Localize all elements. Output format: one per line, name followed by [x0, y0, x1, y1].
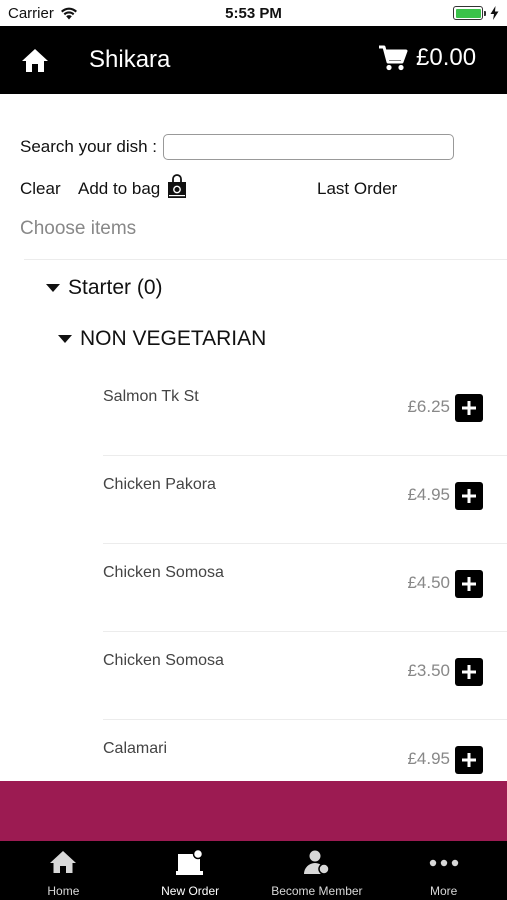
add-item-button[interactable] [455, 570, 483, 598]
menu-item-list: Salmon Tk St £6.25 Chicken Pakora £4.95 … [103, 368, 507, 808]
caret-down-icon [46, 284, 60, 292]
tab-label: New Order [161, 884, 220, 898]
caret-down-icon [58, 335, 72, 343]
app-title: Shikara [89, 46, 171, 73]
action-row: Clear Add to bag Last Order [20, 168, 490, 202]
add-item-button[interactable] [455, 394, 483, 422]
add-item-button[interactable] [455, 658, 483, 686]
menu-item: Salmon Tk St £6.25 [103, 368, 507, 456]
home-icon [50, 851, 77, 873]
search-input[interactable] [163, 134, 455, 160]
clear-button[interactable]: Clear [20, 179, 61, 199]
item-price: £3.50 [407, 661, 450, 680]
divider [24, 259, 507, 260]
tab-label: Become Member [271, 884, 363, 898]
item-name: Chicken Pakora [103, 476, 216, 493]
add-to-bag-button[interactable]: Add to bag [78, 168, 187, 199]
add-item-button[interactable] [455, 482, 483, 510]
subcategory-label: NON VEGETARIAN [80, 327, 267, 350]
menu-item: Chicken Somosa £4.50 [103, 544, 507, 632]
search-row: Search your dish : [20, 134, 455, 160]
item-price: £4.95 [407, 749, 450, 768]
tab-become-member[interactable]: Become Member [254, 841, 381, 900]
item-name: Calamari [103, 740, 168, 757]
item-price: £4.50 [407, 573, 450, 592]
charging-bolt-icon [490, 6, 499, 20]
tab-label: Home [47, 884, 80, 898]
category-label: Starter (0) [68, 276, 163, 299]
promo-banner [0, 781, 507, 841]
item-name: Salmon Tk St [103, 388, 199, 405]
member-icon [303, 850, 330, 875]
plus-icon [462, 401, 476, 415]
add-item-button[interactable] [455, 746, 483, 774]
item-name: Chicken Somosa [103, 564, 224, 581]
menu-item: Chicken Pakora £4.95 [103, 456, 507, 544]
plus-icon [462, 489, 476, 503]
tab-bar: Home New Order Become Member More [0, 841, 507, 900]
add-to-bag-label: Add to bag [78, 179, 161, 198]
subcategory-non-vegetarian[interactable]: NON VEGETARIAN [58, 327, 266, 351]
tab-home[interactable]: Home [0, 841, 127, 900]
tab-more[interactable]: More [380, 841, 507, 900]
plus-icon [462, 577, 476, 591]
home-icon [22, 49, 48, 72]
status-battery [453, 6, 499, 20]
app-header: Shikara £0.00 [0, 26, 507, 94]
last-order-button[interactable]: Last Order [317, 179, 397, 199]
item-name: Chicken Somosa [103, 652, 224, 669]
status-time: 5:53 PM [225, 5, 282, 22]
home-button[interactable] [20, 46, 50, 74]
menu-item: Chicken Somosa £3.50 [103, 632, 507, 720]
tab-new-order[interactable]: New Order [127, 841, 254, 900]
item-price: £4.95 [407, 485, 450, 504]
status-bar: Carrier 5:53 PM [0, 0, 507, 26]
plus-icon [462, 665, 476, 679]
new-order-icon [176, 849, 204, 875]
more-icon [429, 859, 458, 867]
cart-button[interactable]: £0.00 [378, 44, 476, 72]
cart-icon [379, 45, 408, 71]
choose-items-heading: Choose items [20, 218, 137, 239]
tab-label: More [429, 884, 458, 898]
category-starter[interactable]: Starter (0) [46, 276, 163, 300]
plus-icon [462, 753, 476, 767]
search-label: Search your dish : [20, 137, 158, 156]
item-price: £6.25 [407, 397, 450, 416]
cart-total: £0.00 [416, 44, 477, 71]
battery-icon [453, 6, 486, 20]
bag-icon [168, 174, 187, 198]
